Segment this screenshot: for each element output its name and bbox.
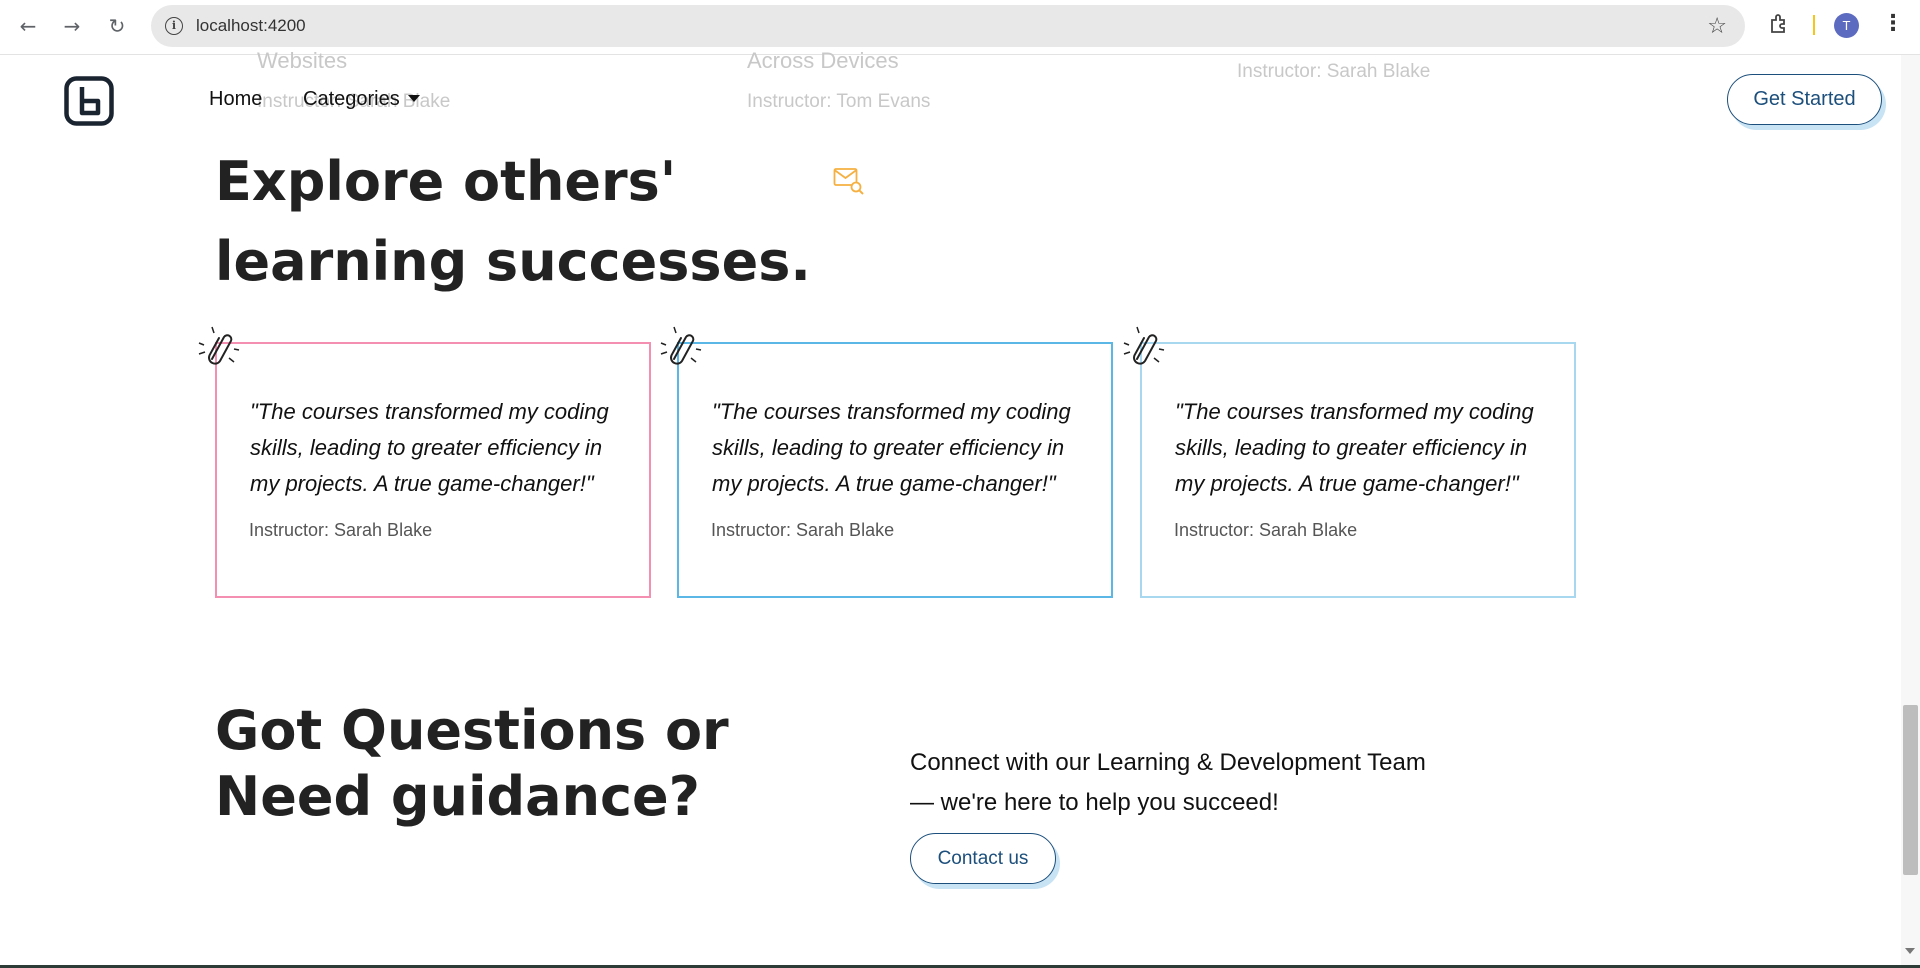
testimonial-author: Instructor: Sarah Blake (249, 520, 433, 540)
url-text[interactable]: localhost:4200 (196, 16, 306, 36)
behind-card-instructor-3: Instructor: Sarah Blake (1237, 61, 1431, 82)
back-icon[interactable]: ← (12, 10, 44, 42)
testimonial-card: "The courses transformed my coding skill… (677, 342, 1113, 598)
caret-down-icon[interactable] (408, 95, 420, 102)
profile-avatar[interactable]: T (1834, 13, 1859, 38)
contact-us-button[interactable]: Contact us (910, 833, 1056, 884)
mail-search-icon (833, 168, 864, 195)
browser-menu-icon[interactable]: ⋮ (1882, 11, 1904, 36)
paperclip-icon (198, 326, 240, 365)
browser-toolbar: ← → ↻ i localhost:4200 ☆ T ⋮ (0, 0, 1920, 55)
testimonial-card: "The courses transformed my coding skill… (1140, 342, 1576, 598)
toolbar-divider (1813, 15, 1815, 35)
paperclip-icon (660, 326, 702, 365)
testimonial-author: Instructor: Sarah Blake (711, 520, 895, 540)
questions-heading: Got Questions or Need guidance? (215, 699, 729, 828)
nav-categories-dropdown[interactable]: Categories (303, 88, 400, 111)
behind-card-instructor-2: Instructor: Tom Evans (747, 91, 931, 112)
behind-card-title-2: Across Devices (747, 48, 899, 73)
get-started-button[interactable]: Get Started (1727, 74, 1882, 125)
bookmark-star-icon[interactable]: ☆ (1707, 14, 1727, 39)
testimonial-quote: "The courses transformed my coding skill… (712, 399, 1071, 496)
testimonial-card: "The courses transformed my coding skill… (215, 342, 651, 598)
forward-icon[interactable]: → (56, 10, 88, 42)
testimonial-author: Instructor: Sarah Blake (1174, 520, 1358, 540)
behind-card-title-1: Websites (257, 48, 348, 73)
explore-heading: Explore others' learning successes. (215, 150, 811, 293)
reload-icon[interactable]: ↻ (101, 10, 133, 42)
testimonial-quote: "The courses transformed my coding skill… (250, 399, 609, 496)
site-info-icon[interactable]: i (165, 17, 183, 35)
paperclip-icon (1123, 326, 1165, 365)
scrollbar-thumb[interactable] (1903, 705, 1918, 875)
extensions-icon[interactable] (1768, 12, 1792, 36)
address-bar[interactable]: i localhost:4200 ☆ (151, 5, 1745, 47)
nav-home-link[interactable]: Home (209, 88, 262, 111)
testimonial-quote: "The courses transformed my coding skill… (1175, 399, 1534, 496)
scroll-down-arrow-icon[interactable] (1905, 948, 1915, 954)
site-logo[interactable] (64, 76, 114, 126)
connect-text: Connect with our Learning & Development … (910, 749, 1426, 816)
